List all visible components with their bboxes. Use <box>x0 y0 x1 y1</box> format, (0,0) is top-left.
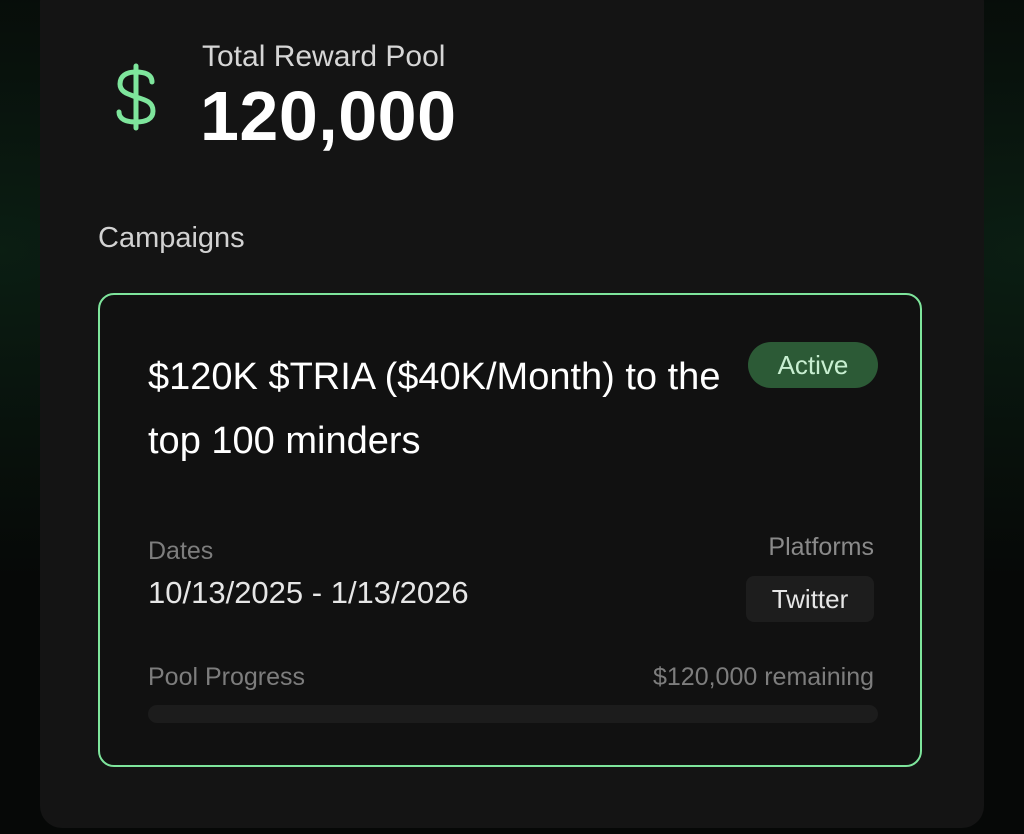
dollar-icon <box>116 63 156 131</box>
pool-value: 120,000 <box>200 77 457 155</box>
pool-label: Total Reward Pool <box>202 40 446 73</box>
total-reward-pool: Total Reward Pool 120,000 <box>106 40 606 160</box>
platforms-label: Platforms <box>768 533 874 561</box>
pool-remaining-text: $120,000 remaining <box>653 663 874 691</box>
dates-value: 10/13/2025 - 1/13/2026 <box>148 575 469 610</box>
status-badge: Active <box>748 342 878 388</box>
campaign-card[interactable]: $120K $TRIA ($40K/Month) to the top 100 … <box>98 293 922 767</box>
campaigns-heading: Campaigns <box>98 222 245 254</box>
pool-progress-label: Pool Progress <box>148 663 306 691</box>
pool-progress-bar <box>148 705 878 723</box>
dates-label: Dates <box>148 537 214 565</box>
campaign-title: $120K $TRIA ($40K/Month) to the top 100 … <box>148 356 721 462</box>
platform-chip-twitter: Twitter <box>746 576 874 622</box>
